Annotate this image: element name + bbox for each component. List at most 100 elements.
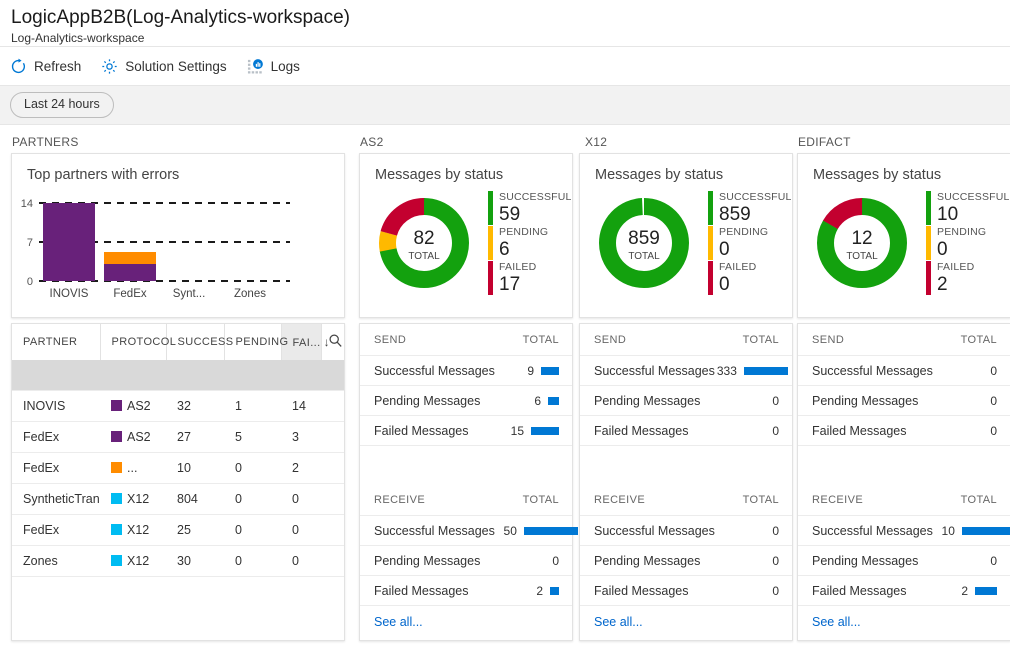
metric-row-failed-receive[interactable]: Failed Messages 0	[580, 576, 792, 606]
refresh-button[interactable]: Refresh	[10, 53, 81, 79]
svg-text:Synt...: Synt...	[173, 288, 206, 300]
total-label: TOTAL	[742, 494, 779, 506]
edifact-see-all-link[interactable]: See all...	[798, 606, 1010, 629]
legend-label: PENDING	[719, 225, 769, 238]
cell-success: 32	[166, 390, 224, 422]
cell-pending: 0	[224, 545, 281, 577]
legend-item-successful: SUCCESSFUL 59	[488, 190, 572, 225]
metric-row-successful-send[interactable]: Successful Messages 333	[580, 356, 792, 386]
column-header-as2: AS2	[360, 135, 384, 149]
metric-value: 0	[772, 583, 779, 598]
edifact-donut-legend: SUCCESSFUL 10 PENDING 0 FAILED 2	[926, 190, 1010, 296]
filter-bar: Last 24 hours	[0, 86, 1010, 125]
metric-row-failed-send[interactable]: Failed Messages 15	[360, 416, 572, 446]
protocol-color-swatch	[111, 492, 122, 504]
protocol-color-swatch	[111, 430, 122, 442]
logs-button[interactable]: Logs	[247, 53, 300, 79]
cell-partner: Zones	[12, 545, 100, 577]
cell-partner: INOVIS	[12, 390, 100, 422]
page-subtitle: Log-Analytics-workspace	[11, 31, 145, 45]
column-header-protocol[interactable]: PROTOCOL	[100, 324, 176, 360]
legend-item-pending: PENDING 0	[926, 225, 1010, 260]
metric-row-successful-receive[interactable]: Successful Messages 0	[580, 516, 792, 546]
legend-label: PENDING	[937, 225, 987, 238]
time-range-filter[interactable]: Last 24 hours	[10, 92, 114, 118]
cell-partner: FedEx	[12, 452, 100, 484]
table-row[interactable]: Zones X12 30 0 0	[12, 545, 344, 577]
svg-text:FedEx: FedEx	[113, 288, 146, 300]
x12-donut-chart[interactable]: 859 TOTAL	[586, 187, 704, 299]
metric-label: Failed Messages	[374, 423, 469, 438]
metric-row-pending-receive[interactable]: Pending Messages 0	[798, 546, 1010, 576]
logs-label: Logs	[270, 58, 300, 74]
legend-color-bar	[926, 260, 931, 295]
metric-label: Failed Messages	[812, 583, 907, 598]
edifact-donut-chart[interactable]: 12 TOTAL	[804, 187, 922, 299]
total-label: TOTAL	[960, 334, 997, 346]
svg-text:INOVIS: INOVIS	[50, 288, 89, 300]
as2-donut-chart[interactable]: 82 TOTAL	[366, 187, 484, 299]
legend-value: 0	[937, 238, 948, 260]
metric-row-successful-send[interactable]: Successful Messages 9	[360, 356, 572, 386]
table-row[interactable]: FedEx X12 25 0 0	[12, 514, 344, 546]
column-header-partner[interactable]: PARTNER	[12, 324, 101, 360]
metric-row-failed-receive[interactable]: Failed Messages 2	[360, 576, 572, 606]
x12-see-all-link[interactable]: See all...	[580, 606, 792, 629]
solution-settings-button[interactable]: Solution Settings	[101, 53, 227, 79]
section-label: SEND	[812, 334, 845, 346]
metric-row-successful-receive[interactable]: Successful Messages 50	[360, 516, 578, 546]
protocol-label: AS2	[127, 429, 151, 444]
protocol-color-swatch	[111, 461, 122, 473]
top-partners-chart-panel: Top partners with errors 14 7 0 INOVIS F…	[11, 153, 345, 318]
metric-row-successful-send[interactable]: Successful Messages 0	[798, 356, 1010, 386]
metric-value: 0	[772, 523, 779, 538]
partners-table: PARTNER PROTOCOL SUCCESS PENDING FAI... ↓	[12, 324, 344, 577]
metric-bar	[743, 366, 788, 375]
cell-success: 30	[166, 545, 224, 577]
gear-icon	[101, 58, 118, 75]
metric-row-successful-receive[interactable]: Successful Messages 10	[798, 516, 1010, 546]
cell-success: 804	[166, 483, 224, 515]
legend-color-bar	[708, 190, 713, 225]
metric-value: 0	[990, 393, 997, 408]
as2-see-all-link[interactable]: See all...	[360, 606, 572, 629]
svg-text:TOTAL: TOTAL	[408, 251, 440, 262]
metric-row-pending-receive[interactable]: Pending Messages 0	[360, 546, 572, 576]
metric-value: 0	[772, 553, 779, 568]
metric-value: 6	[534, 393, 541, 408]
title-bar: LogicAppB2B(Log-Analytics-workspace) Log…	[0, 0, 1010, 47]
cell-failed: 14	[281, 390, 344, 422]
svg-text:7: 7	[27, 237, 33, 249]
table-row[interactable]: SyntheticTrans X12 804 0 0	[12, 483, 344, 515]
top-partners-bar-chart[interactable]: 14 7 0 INOVIS FedEx Synt... Zones	[12, 191, 344, 309]
as2-metrics-panel: SEND TOTAL Successful Messages 9 Pending…	[359, 323, 578, 641]
metric-row-failed-send[interactable]: Failed Messages 0	[580, 416, 792, 446]
as2-receive-header: RECEIVE TOTAL	[360, 484, 572, 516]
legend-item-successful: SUCCESSFUL 859	[708, 190, 792, 225]
metric-row-pending-send[interactable]: Pending Messages 0	[580, 386, 792, 416]
section-label: RECEIVE	[374, 494, 426, 506]
x12-donut-panel: Messages by status 859 TOTAL SUCCESSFUL …	[579, 153, 793, 318]
metric-row-pending-send[interactable]: Pending Messages 6	[360, 386, 572, 416]
legend-value: 859	[719, 203, 751, 225]
table-row[interactable]: FedEx ... 10 0 2	[12, 452, 344, 484]
edifact-receive-header: RECEIVE TOTAL	[798, 484, 1010, 516]
dashboard-page: LogicAppB2B(Log-Analytics-workspace) Log…	[0, 0, 1010, 650]
metric-row-pending-receive[interactable]: Pending Messages 0	[580, 546, 792, 576]
as2-donut-panel: Messages by status 82 TOTAL SUCCESSFUL 5…	[359, 153, 573, 318]
metric-label: Pending Messages	[374, 553, 481, 568]
metric-bar	[975, 586, 997, 595]
page-title: LogicAppB2B(Log-Analytics-workspace)	[11, 7, 350, 28]
cell-partner: SyntheticTrans	[12, 483, 100, 515]
metric-row-failed-send[interactable]: Failed Messages 0	[798, 416, 1010, 446]
table-row[interactable]: INOVIS AS2 32 1 14	[12, 390, 344, 422]
metric-row-pending-send[interactable]: Pending Messages 0	[798, 386, 1010, 416]
metric-bar	[523, 526, 578, 535]
metric-row-failed-receive[interactable]: Failed Messages 2	[798, 576, 1010, 606]
legend-color-bar	[488, 225, 493, 260]
table-row[interactable]: FedEx AS2 27 5 3	[12, 421, 344, 453]
metric-label: Pending Messages	[594, 553, 701, 568]
cell-protocol: ...	[100, 452, 166, 484]
